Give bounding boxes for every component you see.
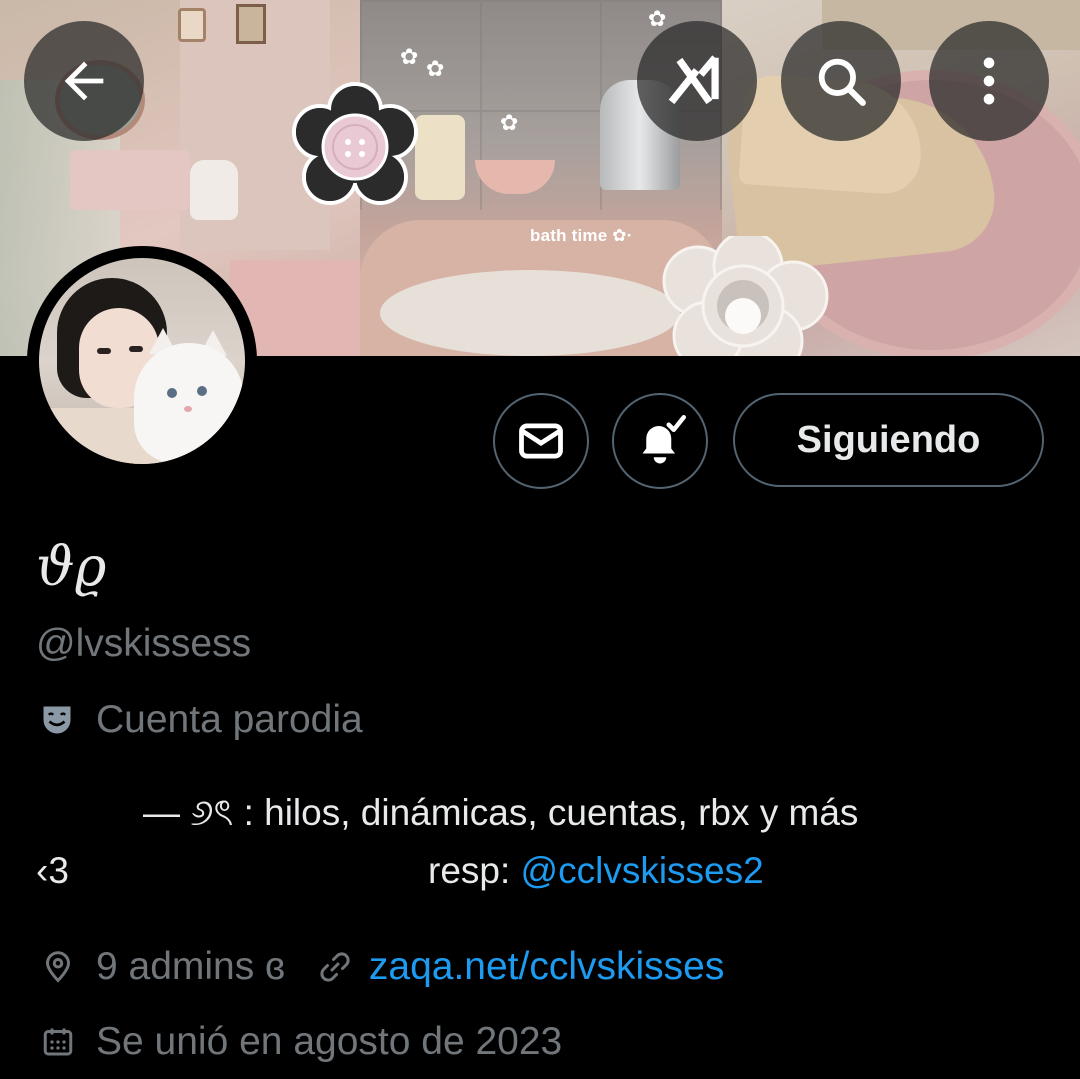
- search-icon: [818, 58, 866, 106]
- profile-avatar[interactable]: [27, 246, 257, 476]
- link-icon: [313, 945, 357, 989]
- parody-label-row: Cuenta parodia: [36, 698, 363, 742]
- bio-heart-text: ‹3: [36, 850, 69, 891]
- location-text: 9 admins ɞ: [96, 945, 285, 988]
- display-name: ϑϱ: [36, 535, 107, 598]
- bio-resp-prefix: resp:: [428, 850, 521, 891]
- notifications-button[interactable]: [612, 393, 708, 489]
- search-button[interactable]: [781, 21, 901, 141]
- calendar-icon: [36, 1020, 80, 1064]
- grok-icon: [668, 55, 719, 105]
- back-button[interactable]: [24, 21, 144, 141]
- more-options-button[interactable]: [929, 21, 1049, 141]
- avatar-image: [39, 258, 245, 464]
- bell-check-icon: [642, 415, 686, 464]
- joined-date: Se unió en agosto de 2023: [96, 1020, 563, 1063]
- flower-photo-sticker-icon: [662, 236, 829, 356]
- more-vertical-icon: [983, 57, 995, 105]
- arrow-left-icon: [64, 61, 104, 101]
- message-button[interactable]: [493, 393, 589, 489]
- theater-mask-icon: [36, 699, 78, 741]
- joined-row: Se unió en agosto de 2023: [36, 1020, 562, 1064]
- grok-button[interactable]: [637, 21, 757, 141]
- banner-sticker-text: bath time ✿·: [530, 226, 633, 245]
- website-link[interactable]: zaqa.net/cclvskisses: [369, 945, 724, 989]
- bio-line-1: — ୬ৎ : hilos, dinámicas, cuentas, rbx y …: [143, 792, 859, 833]
- user-handle: @lvskissess: [36, 622, 252, 665]
- envelope-icon: [519, 423, 563, 459]
- following-button[interactable]: Siguiendo: [733, 393, 1044, 487]
- profile-page: ✿ ✿ ✿ ✿ bath time ✿· Siguiendo ϑϱ @lvski…: [0, 0, 1080, 1079]
- website-group: zaqa.net/cclvskisses: [313, 945, 724, 989]
- flower-sticker-icon: [292, 82, 418, 205]
- location-pin-icon: [36, 945, 80, 989]
- bio-resp-line: resp: @cclvskisses2: [428, 850, 764, 892]
- bio-resp-mention-link[interactable]: @cclvskisses2: [521, 850, 764, 891]
- parody-label: Cuenta parodia: [96, 698, 363, 741]
- profile-meta-row: 9 admins ɞ zaqa.net/cclvskisses: [36, 945, 724, 989]
